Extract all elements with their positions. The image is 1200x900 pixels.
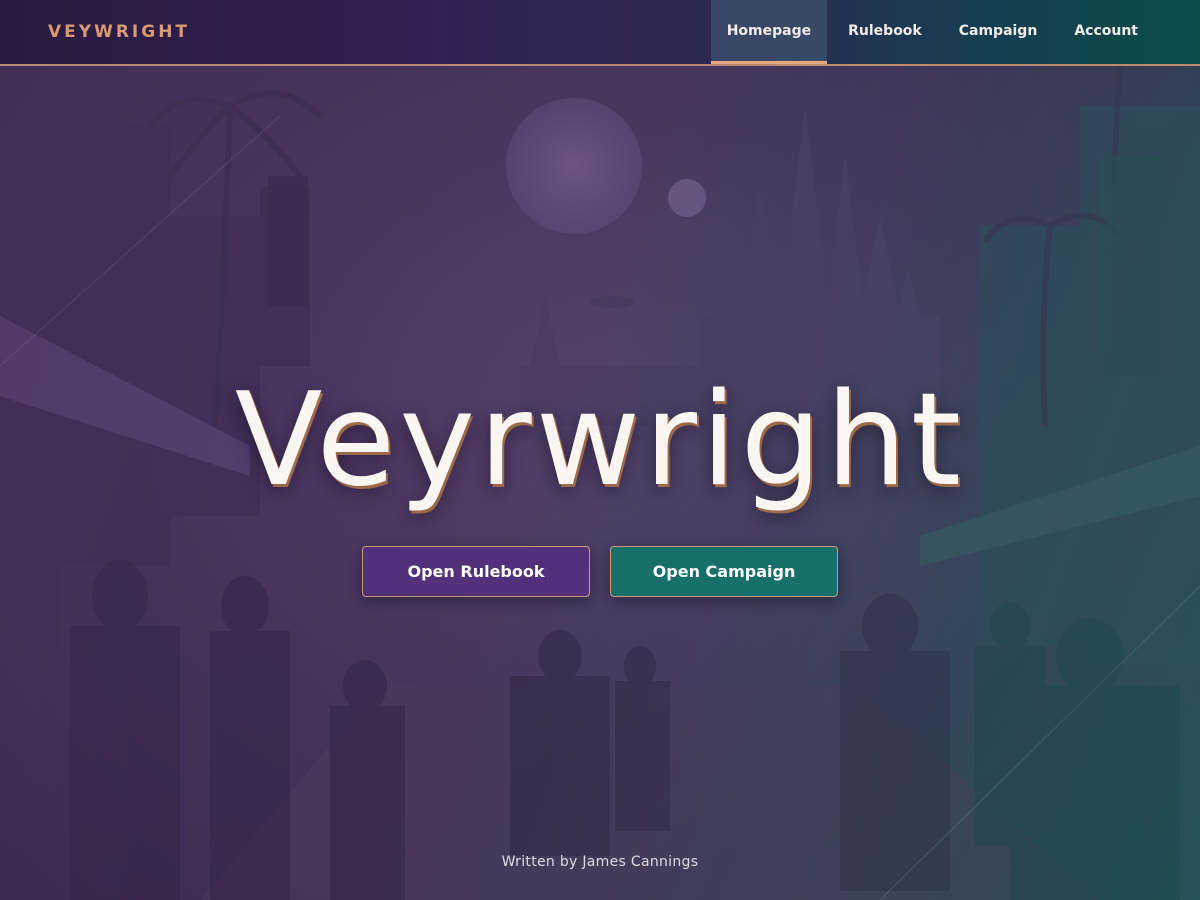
nav-link-rulebook[interactable]: Rulebook bbox=[832, 0, 938, 64]
nav-link-campaign[interactable]: Campaign bbox=[943, 0, 1054, 64]
top-nav-bar: VEYWRIGHT Homepage Rulebook Campaign Acc… bbox=[0, 0, 1200, 66]
brand-logo[interactable]: VEYWRIGHT bbox=[48, 0, 190, 64]
open-rulebook-button[interactable]: Open Rulebook bbox=[362, 546, 590, 597]
author-byline: Written by James Cannings bbox=[501, 854, 699, 870]
nav-link-account[interactable]: Account bbox=[1058, 0, 1154, 64]
hero-section: Veyrwright Open Rulebook Open Campaign W… bbox=[0, 66, 1200, 900]
hero-title: Veyrwright bbox=[234, 366, 966, 515]
open-campaign-button[interactable]: Open Campaign bbox=[610, 546, 838, 597]
nav-link-homepage[interactable]: Homepage bbox=[710, 0, 828, 64]
nav-links: Homepage Rulebook Campaign Account bbox=[706, 0, 1154, 64]
